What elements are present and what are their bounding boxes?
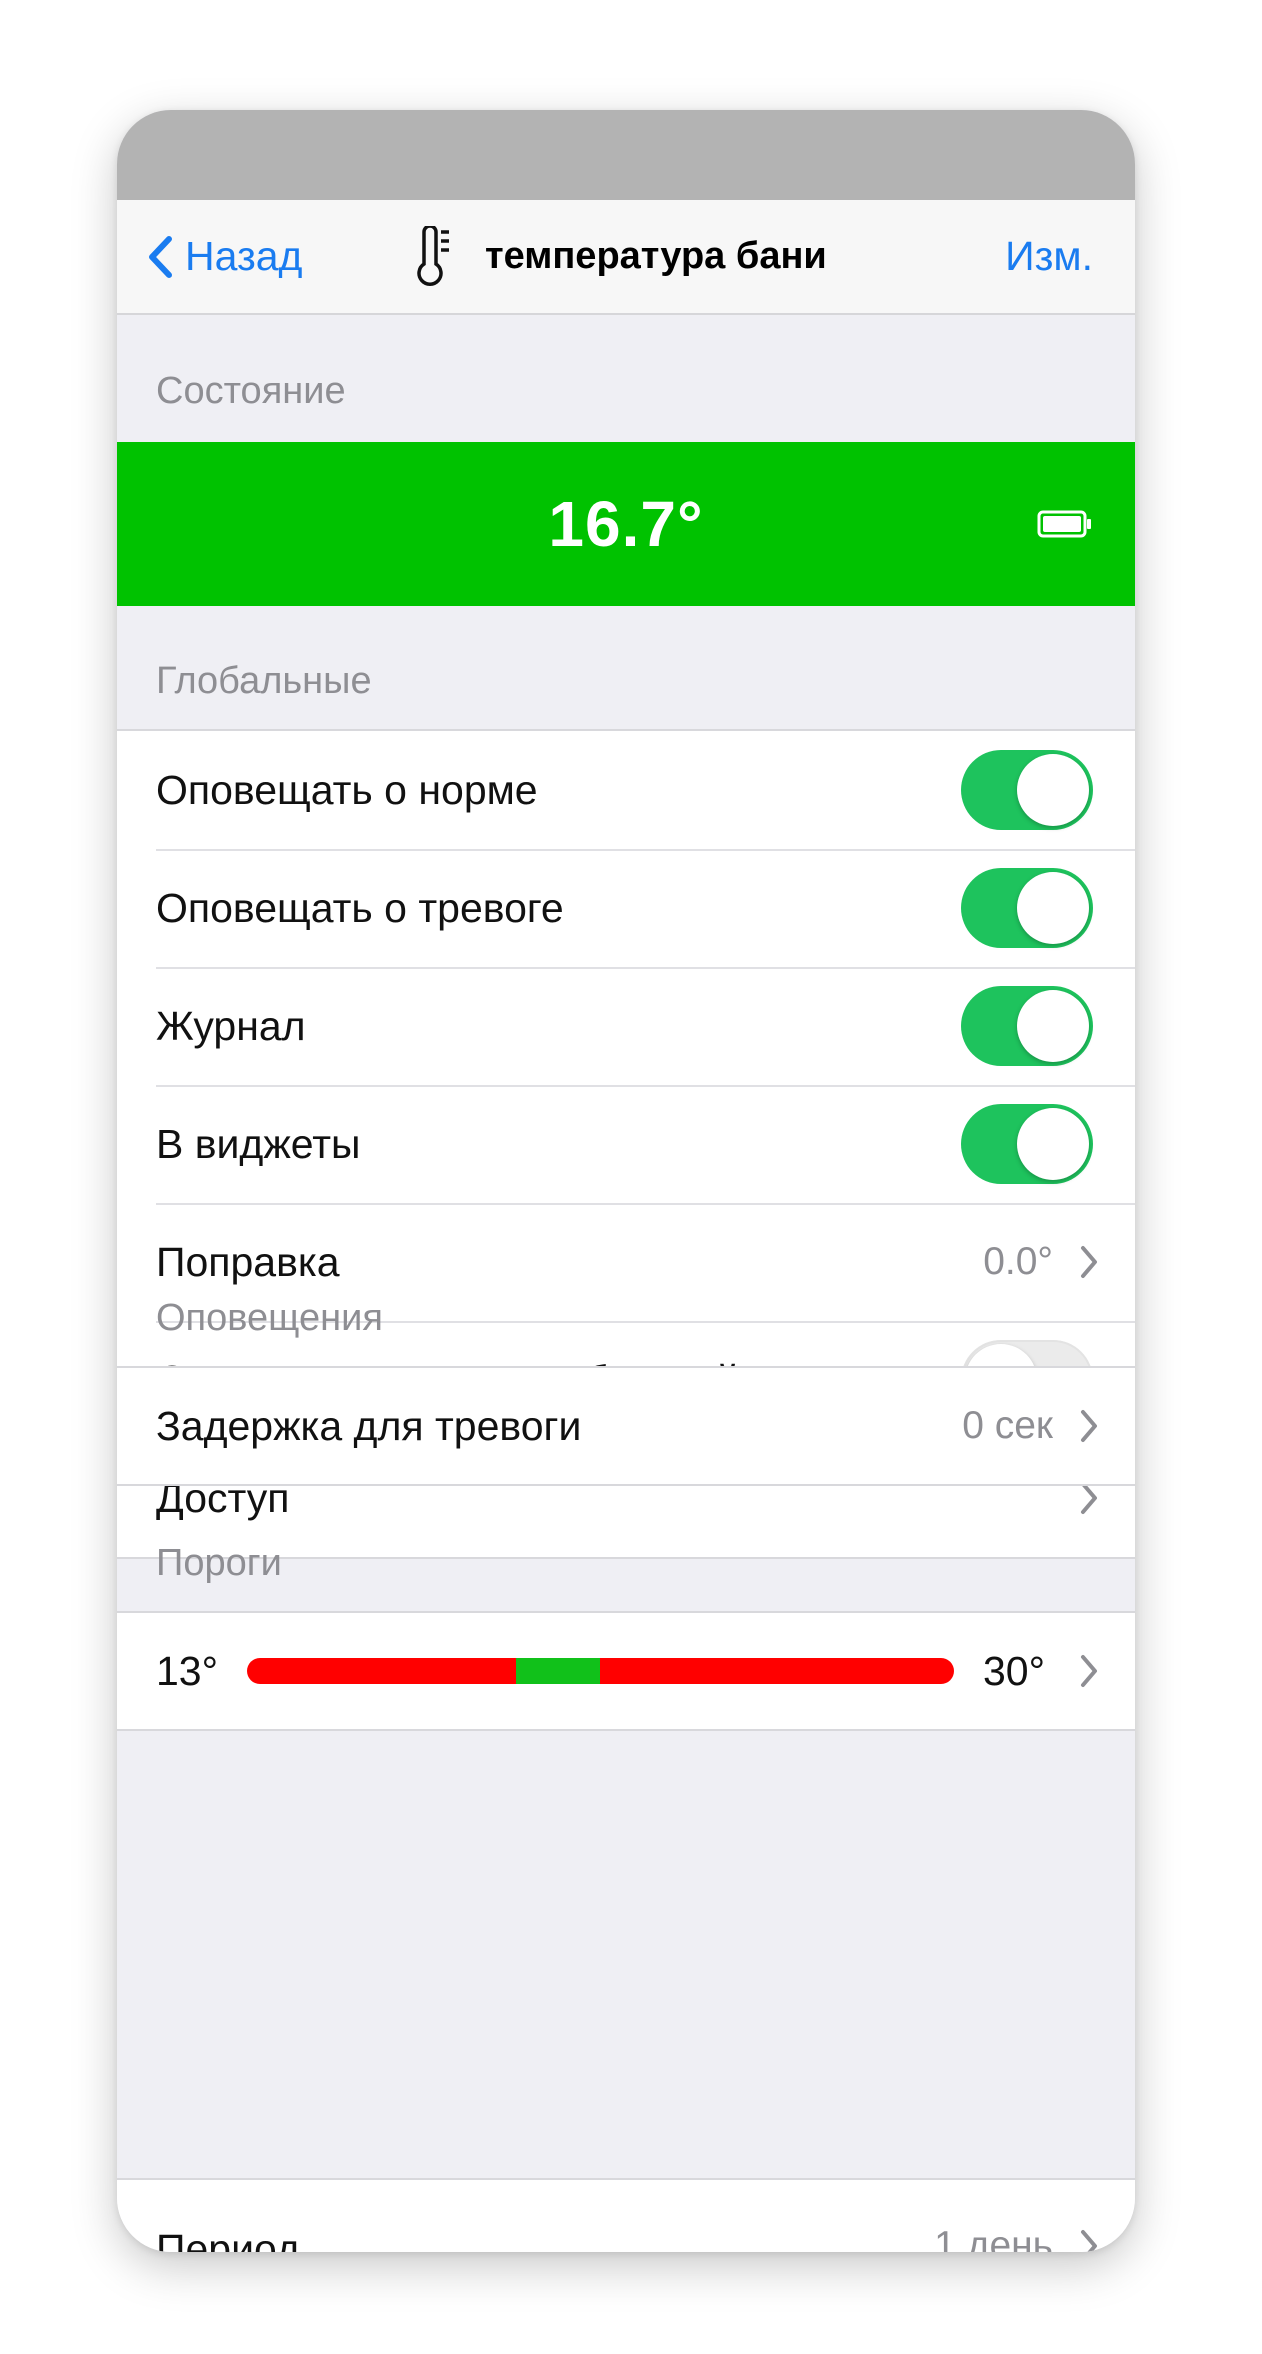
setting-label: В виджеты xyxy=(156,1120,361,1167)
setting-row-period[interactable]: Период 1 день xyxy=(117,2180,1135,2252)
temperature-value: 16.7° xyxy=(548,488,704,560)
page-title: температура бани xyxy=(485,235,827,277)
setting-label: Журнал xyxy=(156,1002,306,1049)
setting-label: Поправка xyxy=(156,1238,340,1285)
threshold-normal-range xyxy=(515,1658,601,1684)
edit-button[interactable]: Изм. xyxy=(1005,200,1093,313)
back-button[interactable]: Назад xyxy=(147,200,302,313)
chevron-right-icon xyxy=(1081,2230,1097,2252)
widgets-toggle[interactable] xyxy=(961,1104,1093,1184)
setting-row-journal: Журнал xyxy=(117,967,1135,1085)
battery-icon xyxy=(1037,510,1091,538)
setting-label: Оповещать о тревоге xyxy=(156,884,564,931)
row-accessory xyxy=(1079,1653,1099,1689)
chevron-right-icon xyxy=(1081,1655,1097,1687)
row-accessory: 1 день xyxy=(934,2224,1099,2252)
setting-row-widgets: В виджеты xyxy=(117,1085,1135,1203)
threshold-min: 13° xyxy=(156,1647,219,1694)
setting-label: Период xyxy=(156,2226,300,2252)
period-value: 1 день xyxy=(934,2224,1053,2252)
toggle-knob xyxy=(1017,990,1089,1062)
status-banner: 16.7° xyxy=(117,442,1135,606)
setting-row-notify-alarm: Оповещать о тревоге xyxy=(117,849,1135,967)
toggle-knob xyxy=(1017,754,1089,826)
chevron-left-icon xyxy=(149,235,172,278)
notify-normal-toggle[interactable] xyxy=(961,750,1093,830)
correction-value: 0.0° xyxy=(983,1240,1053,1283)
threshold-max: 30° xyxy=(982,1647,1045,1694)
section-header-notifications: Оповещения xyxy=(156,1297,383,1339)
notify-alarm-toggle[interactable] xyxy=(961,868,1093,948)
setting-row-notify-normal: Оповещать о норме xyxy=(117,731,1135,849)
journal-toggle[interactable] xyxy=(961,986,1093,1066)
thermometer-icon xyxy=(417,225,449,286)
status-bar xyxy=(117,110,1135,200)
threshold-row[interactable]: 13° 30° xyxy=(117,1613,1135,1729)
setting-row-alarm-delay[interactable]: Задержка для тревоги 0 сек xyxy=(117,1368,1135,1484)
setting-label: Задержка для тревоги xyxy=(156,1402,582,1449)
nav-title-group: температура бани xyxy=(417,200,827,313)
section-header-status: Состояние xyxy=(156,370,346,412)
threshold-range-bar[interactable] xyxy=(247,1658,954,1684)
navigation-bar: Назад температура бани Изм. xyxy=(117,200,1135,315)
toggle-knob xyxy=(1017,872,1089,944)
toggle-knob xyxy=(1017,1108,1089,1180)
phone-screen: Назад температура бани Изм. Состояние 16… xyxy=(117,110,1135,2252)
setting-label: Оповещать о норме xyxy=(156,766,538,813)
thresholds-group: 13° 30° xyxy=(117,1611,1135,1731)
alarm-delay-value: 0 сек xyxy=(962,1404,1053,1447)
row-accessory: 0.0° xyxy=(983,1240,1099,1284)
section-header-thresholds: Пороги xyxy=(156,1542,282,1584)
chevron-right-icon xyxy=(1081,1410,1097,1442)
section-header-global: Глобальные xyxy=(156,660,372,702)
row-accessory: 0 сек xyxy=(962,1404,1099,1448)
notifications-group: Задержка для тревоги 0 сек xyxy=(117,1366,1135,1486)
chevron-right-icon xyxy=(1081,1246,1097,1278)
back-label: Назад xyxy=(185,233,303,279)
